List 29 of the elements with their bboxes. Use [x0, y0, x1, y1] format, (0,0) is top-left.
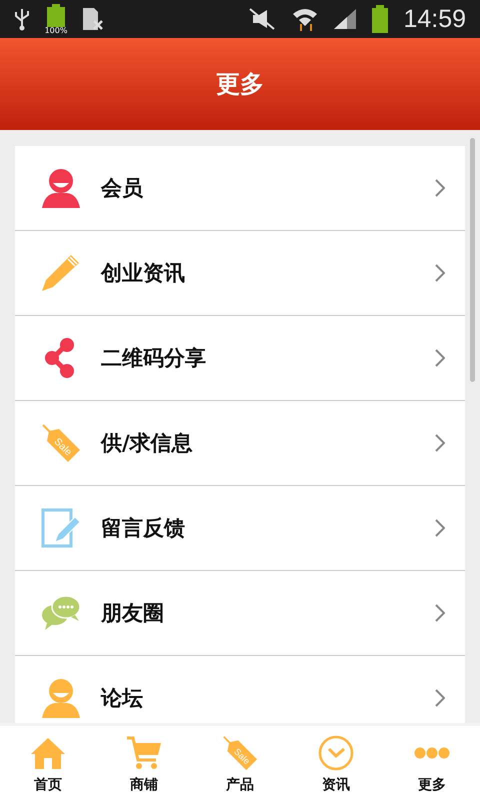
tab-item[interactable]: 首页	[0, 726, 96, 800]
more-dots-icon	[414, 746, 450, 760]
tab-item[interactable]: 商铺	[96, 726, 192, 800]
sim-card-icon	[82, 7, 104, 31]
cart-icon	[126, 736, 162, 770]
chevron-right-icon	[435, 519, 445, 537]
chevron-right-icon	[435, 604, 445, 622]
usb-icon	[14, 7, 30, 31]
signal-icon	[333, 8, 358, 30]
menu-item[interactable]: 会员	[15, 146, 465, 231]
menu-item[interactable]: 留言反馈	[15, 486, 465, 571]
clock-time: 14:59	[403, 4, 466, 34]
page-title: 更多	[216, 69, 264, 100]
mute-icon	[247, 7, 278, 31]
wifi-icon	[291, 6, 320, 32]
battery-icon	[371, 5, 390, 33]
menu-item[interactable]: 二维码分享	[15, 316, 465, 401]
chevron-right-icon	[435, 434, 445, 452]
menu-item[interactable]: 朋友圈	[15, 571, 465, 656]
chevron-right-icon	[435, 689, 445, 707]
tab-item[interactable]: 更多	[384, 726, 480, 800]
chevron-right-icon	[435, 264, 445, 282]
menu-item[interactable]: 创业资讯	[15, 231, 465, 316]
clock-icon	[318, 735, 354, 771]
scrollbar[interactable]	[470, 138, 475, 382]
chevron-right-icon	[435, 179, 445, 197]
home-icon	[30, 736, 66, 770]
tab-item[interactable]: 资讯	[288, 726, 384, 800]
chevron-right-icon	[435, 349, 445, 367]
